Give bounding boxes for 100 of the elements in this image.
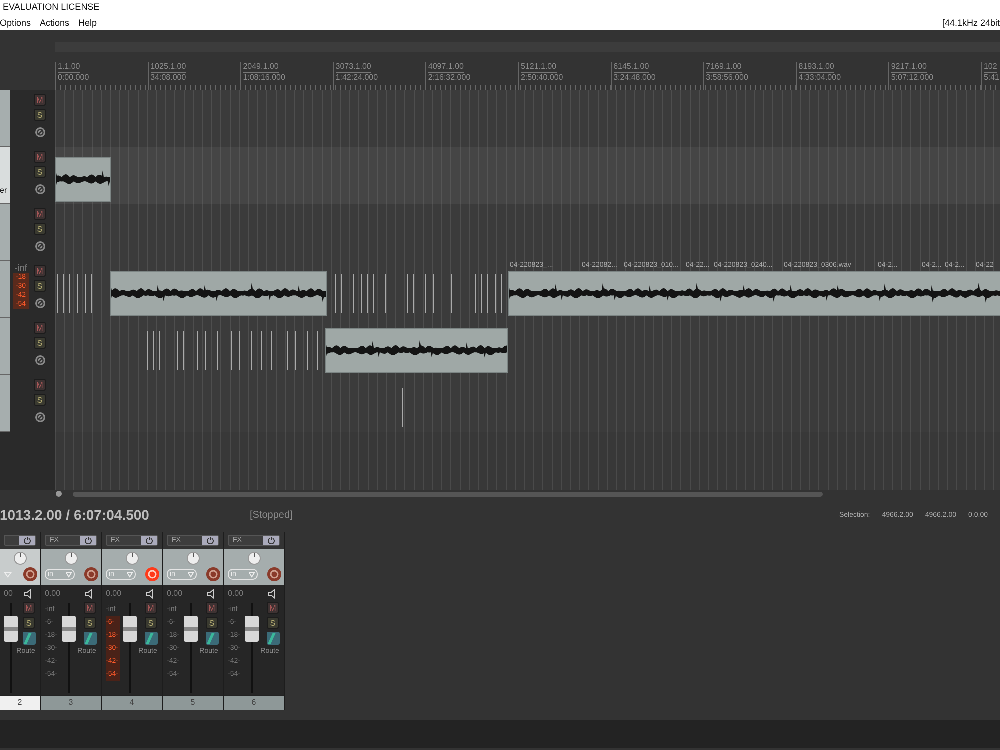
route-icon[interactable] [266, 632, 280, 645]
horizontal-scrollbar[interactable] [73, 492, 823, 496]
track-name: er [0, 186, 8, 195]
mute-button[interactable]: M [145, 602, 157, 614]
ruler-bar-label: 2049.1.00 [243, 62, 279, 73]
track-number[interactable]: 3 [41, 695, 101, 710]
ruler-bar-label: 4097.1.00 [428, 62, 464, 73]
solo-button[interactable]: S [34, 166, 46, 178]
ruler-bar-label: 102 [984, 62, 998, 73]
ruler-bar-label: 8193.1.00 [798, 62, 834, 73]
fx-button[interactable] [4, 535, 36, 546]
audio-item[interactable] [55, 157, 111, 202]
solo-button[interactable]: S [84, 617, 96, 629]
ruler-time-label: 2:16:32.000 [428, 73, 472, 83]
pan-knob[interactable] [248, 552, 260, 565]
menu-item[interactable]: Options [0, 18, 32, 28]
ruler-time-label: 4:33:04.000 [798, 73, 842, 83]
ruler-time-label: 5:41 [984, 73, 1000, 83]
volume-fader[interactable] [62, 616, 76, 642]
volume-fader[interactable] [245, 616, 259, 642]
mute-button[interactable]: M [34, 94, 46, 106]
solo-button[interactable]: S [145, 617, 157, 629]
track-lane[interactable] [55, 204, 1000, 261]
circle-slash-icon[interactable] [34, 127, 46, 138]
mute-button[interactable]: M [34, 379, 46, 391]
caret-icon [249, 572, 255, 578]
ruler-time-label: 1:08:16.000 [243, 73, 286, 83]
track-lane[interactable] [55, 318, 1000, 375]
mute-button[interactable]: M [206, 602, 218, 614]
solo-button[interactable]: S [34, 223, 46, 235]
ruler-time-label: 1:42:24.000 [336, 73, 380, 83]
pan-knob[interactable] [126, 552, 138, 565]
route-icon[interactable] [206, 632, 218, 645]
solo-button[interactable]: S [34, 337, 46, 349]
solo-button[interactable]: S [267, 617, 279, 629]
volume-fader[interactable] [4, 616, 18, 642]
caret-icon [127, 572, 133, 578]
menu-item[interactable]: Help [78, 18, 98, 28]
ruler-time-label: 2:50:40.000 [520, 73, 564, 83]
transport-state: [Stopped] [250, 510, 294, 520]
mute-button[interactable]: M [34, 151, 46, 163]
circle-slash-icon[interactable] [34, 241, 46, 252]
speaker-icon[interactable] [146, 589, 156, 599]
volume-fader[interactable] [123, 616, 137, 642]
mute-button[interactable]: M [23, 602, 35, 614]
record-arm-button[interactable] [206, 567, 221, 582]
track-number[interactable]: 4 [102, 695, 162, 710]
mute-button[interactable]: M [84, 602, 96, 614]
power-icon [24, 537, 30, 544]
pan-knob[interactable] [64, 552, 78, 565]
mute-button[interactable]: M [267, 602, 279, 614]
circle-slash-icon[interactable] [34, 298, 46, 309]
timeline-ruler[interactable] [55, 62, 1000, 90]
ruler-time-label: 3:24:48.000 [614, 73, 657, 83]
ruler-bar-label: 1.1.00 [58, 62, 80, 73]
track-number[interactable]: 2 [0, 695, 40, 710]
speaker-icon[interactable] [85, 589, 95, 599]
volume-fader[interactable] [184, 616, 198, 642]
record-arm-button[interactable] [84, 567, 99, 582]
solo-button[interactable]: S [34, 109, 46, 121]
caret-icon [188, 572, 194, 578]
power-icon [206, 537, 214, 544]
mute-button[interactable]: M [34, 322, 46, 334]
mute-button[interactable]: M [34, 208, 46, 220]
speaker-icon[interactable] [268, 589, 278, 599]
circle-slash-icon[interactable] [34, 412, 46, 423]
speaker-icon[interactable] [24, 589, 34, 599]
track-number[interactable]: 5 [163, 695, 223, 710]
circle-slash-icon[interactable] [34, 184, 46, 195]
record-arm-button[interactable] [267, 567, 282, 582]
ruler-bar-label: 7169.1.00 [706, 62, 742, 73]
track-lane[interactable] [55, 90, 1000, 147]
circle-slash-icon[interactable] [34, 355, 46, 366]
solo-button[interactable]: S [34, 394, 46, 406]
mute-button[interactable]: M [34, 265, 46, 277]
route-icon[interactable] [144, 632, 158, 645]
solo-button[interactable]: S [206, 617, 218, 629]
ruler-bar-label: 9217.1.00 [891, 62, 927, 73]
volume-readout: 0.00 [167, 589, 184, 600]
window-title: EVALUATION LICENSE [2, 1, 101, 14]
ruler-bar-label: 5121.1.00 [520, 62, 557, 73]
track-lane[interactable] [55, 147, 1000, 204]
pan-knob[interactable] [186, 552, 200, 565]
power-icon [268, 537, 274, 544]
solo-button[interactable]: S [23, 617, 35, 629]
ruler-time-label: 0:00.000 [58, 73, 90, 83]
volume-readout: 0.00 [45, 589, 62, 600]
pan-knob[interactable] [14, 552, 26, 565]
record-arm-button[interactable] [23, 567, 38, 582]
ruler-bar-label: 6145.1.00 [614, 62, 650, 73]
volume-readout: 0.00 [106, 589, 123, 600]
track-number[interactable]: 6 [224, 695, 284, 710]
menu-item[interactable]: Actions [40, 18, 70, 28]
record-arm-button[interactable] [145, 567, 160, 582]
route-icon[interactable] [22, 632, 36, 645]
solo-button[interactable]: S [34, 280, 46, 292]
route-icon[interactable] [84, 632, 96, 645]
track-name-panel[interactable]: er [0, 147, 10, 204]
scroll-handle[interactable] [55, 490, 63, 498]
speaker-icon[interactable] [207, 589, 217, 599]
